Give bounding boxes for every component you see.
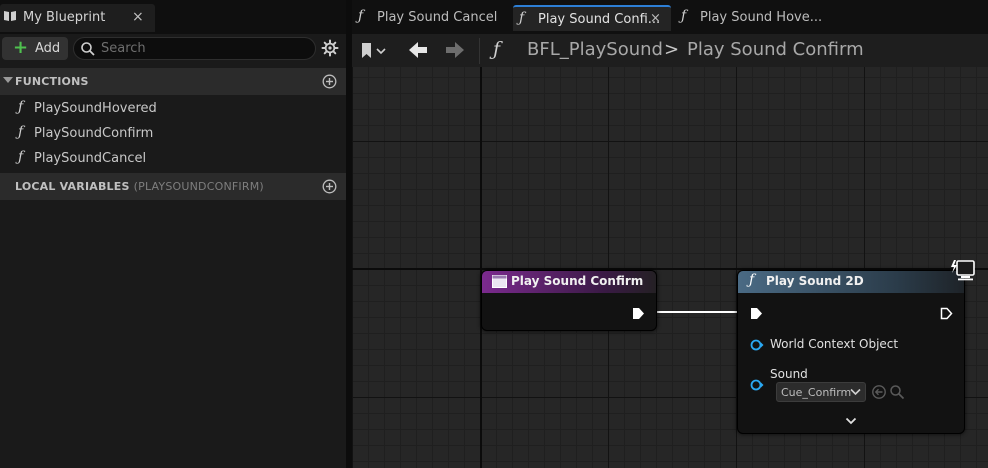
- graph-toolbar: ƒ BFL_PlaySound > Play Sound Confirm: [352, 34, 988, 67]
- world-context-pin-label: World Context Object: [770, 337, 899, 351]
- functions-section-label: FUNCTIONS: [15, 75, 89, 88]
- search-input[interactable]: [101, 40, 301, 57]
- blueprint-graph-canvas[interactable]: Play Sound Confirm ƒ Play Sound 2D World…: [352, 67, 988, 468]
- entry-node-title: Play Sound Confirm: [511, 274, 644, 288]
- gear-icon[interactable]: [321, 39, 339, 57]
- function-icon: ƒ: [681, 8, 687, 24]
- exec-output-pin[interactable]: [940, 307, 953, 320]
- client-only-monitor-icon: [951, 260, 975, 281]
- exec-output-pin[interactable]: [632, 307, 645, 320]
- breadcrumb-library[interactable]: BFL_PlaySound: [527, 39, 663, 60]
- use-selected-asset-icon[interactable]: [871, 384, 887, 400]
- expand-advanced-chevron-icon[interactable]: [845, 417, 857, 425]
- back-arrow-icon[interactable]: [407, 40, 429, 60]
- search-icon: [81, 42, 95, 56]
- plus-icon: +: [13, 37, 29, 58]
- function-entry-node[interactable]: Play Sound Confirm: [481, 270, 657, 331]
- local-variables-section-header[interactable]: LOCAL VARIABLES (PLAYSOUNDCONFIRM): [0, 173, 346, 200]
- function-item-label: PlaySoundHovered: [34, 101, 157, 116]
- play-sound-2d-node[interactable]: ƒ Play Sound 2D World Context Object Sou…: [737, 270, 965, 434]
- panel-tab-title: My Blueprint: [23, 10, 106, 25]
- sound-asset-value: Cue_Confirm: [781, 386, 852, 399]
- world-context-pin[interactable]: [750, 339, 764, 351]
- call-node-header[interactable]: ƒ Play Sound 2D: [738, 271, 964, 293]
- browse-asset-search-icon[interactable]: [889, 384, 905, 400]
- panel-toolbar: + Add: [0, 34, 346, 64]
- call-node-title: Play Sound 2D: [766, 274, 864, 288]
- function-item-label: PlaySoundConfirm: [34, 126, 154, 141]
- function-item-play-sound-cancel[interactable]: ƒ PlaySoundCancel: [0, 146, 346, 171]
- tab-label: Play Sound Hove...: [700, 10, 823, 25]
- sound-asset-dropdown[interactable]: Cue_Confirm: [776, 382, 866, 402]
- breadcrumb-separator: >: [664, 39, 680, 60]
- function-icon: ƒ: [519, 10, 525, 26]
- function-icon: ƒ: [493, 38, 501, 60]
- panel-tab-bar: My Blueprint ×: [0, 0, 346, 34]
- toolbar-separator: [479, 38, 480, 64]
- add-function-icon[interactable]: [322, 74, 337, 89]
- my-blueprint-panel: My Blueprint × + Add Search FUNCTIONS ƒ …: [0, 0, 346, 468]
- function-item-label: PlaySoundCancel: [34, 151, 147, 166]
- tab-play-sound-cancel[interactable]: ƒ Play Sound Cancel: [352, 5, 507, 31]
- add-button[interactable]: + Add: [2, 37, 68, 60]
- function-icon: ƒ: [358, 8, 364, 24]
- function-item-play-sound-confirm[interactable]: ƒ PlaySoundConfirm: [0, 121, 346, 146]
- sound-pin-label: Sound: [770, 367, 808, 381]
- bookmark-icon[interactable]: [360, 42, 390, 60]
- my-blueprint-tab[interactable]: My Blueprint ×: [0, 4, 155, 32]
- breadcrumb-function[interactable]: Play Sound Confirm: [687, 39, 864, 60]
- add-button-label: Add: [35, 41, 61, 56]
- tab-label: Play Sound Confi...: [538, 12, 661, 27]
- chevron-down-icon: [850, 388, 861, 396]
- panel-tab-close-icon[interactable]: ×: [132, 9, 144, 25]
- local-variables-section-label: LOCAL VARIABLES (PLAYSOUNDCONFIRM): [15, 180, 264, 193]
- function-entry-icon: [492, 275, 507, 288]
- book-icon: [4, 11, 16, 21]
- function-item-play-sound-hovered[interactable]: ƒ PlaySoundHovered: [0, 96, 346, 121]
- exec-input-pin[interactable]: [750, 307, 763, 320]
- collapse-arrow-icon[interactable]: [3, 77, 13, 83]
- functions-section-header[interactable]: FUNCTIONS: [0, 68, 346, 95]
- forward-arrow-icon[interactable]: [444, 40, 466, 60]
- function-icon: ƒ: [18, 99, 24, 115]
- sound-pin[interactable]: [750, 379, 764, 391]
- tab-label: Play Sound Cancel: [377, 10, 498, 25]
- tab-close-icon[interactable]: ×: [650, 11, 661, 26]
- function-icon: ƒ: [749, 272, 755, 288]
- function-icon: ƒ: [18, 149, 24, 165]
- tab-play-sound-hovered[interactable]: ƒ Play Sound Hove...: [675, 5, 825, 31]
- add-variable-icon[interactable]: [322, 179, 337, 194]
- document-tab-bar: ƒ Play Sound Cancel ƒ Play Sound Confi..…: [352, 0, 988, 34]
- function-icon: ƒ: [18, 124, 24, 140]
- tab-play-sound-confirm[interactable]: ƒ Play Sound Confi... ×: [513, 5, 671, 31]
- local-variables-scope: (PLAYSOUNDCONFIRM): [133, 180, 264, 193]
- entry-node-header[interactable]: Play Sound Confirm: [482, 271, 656, 293]
- search-box[interactable]: [73, 37, 316, 60]
